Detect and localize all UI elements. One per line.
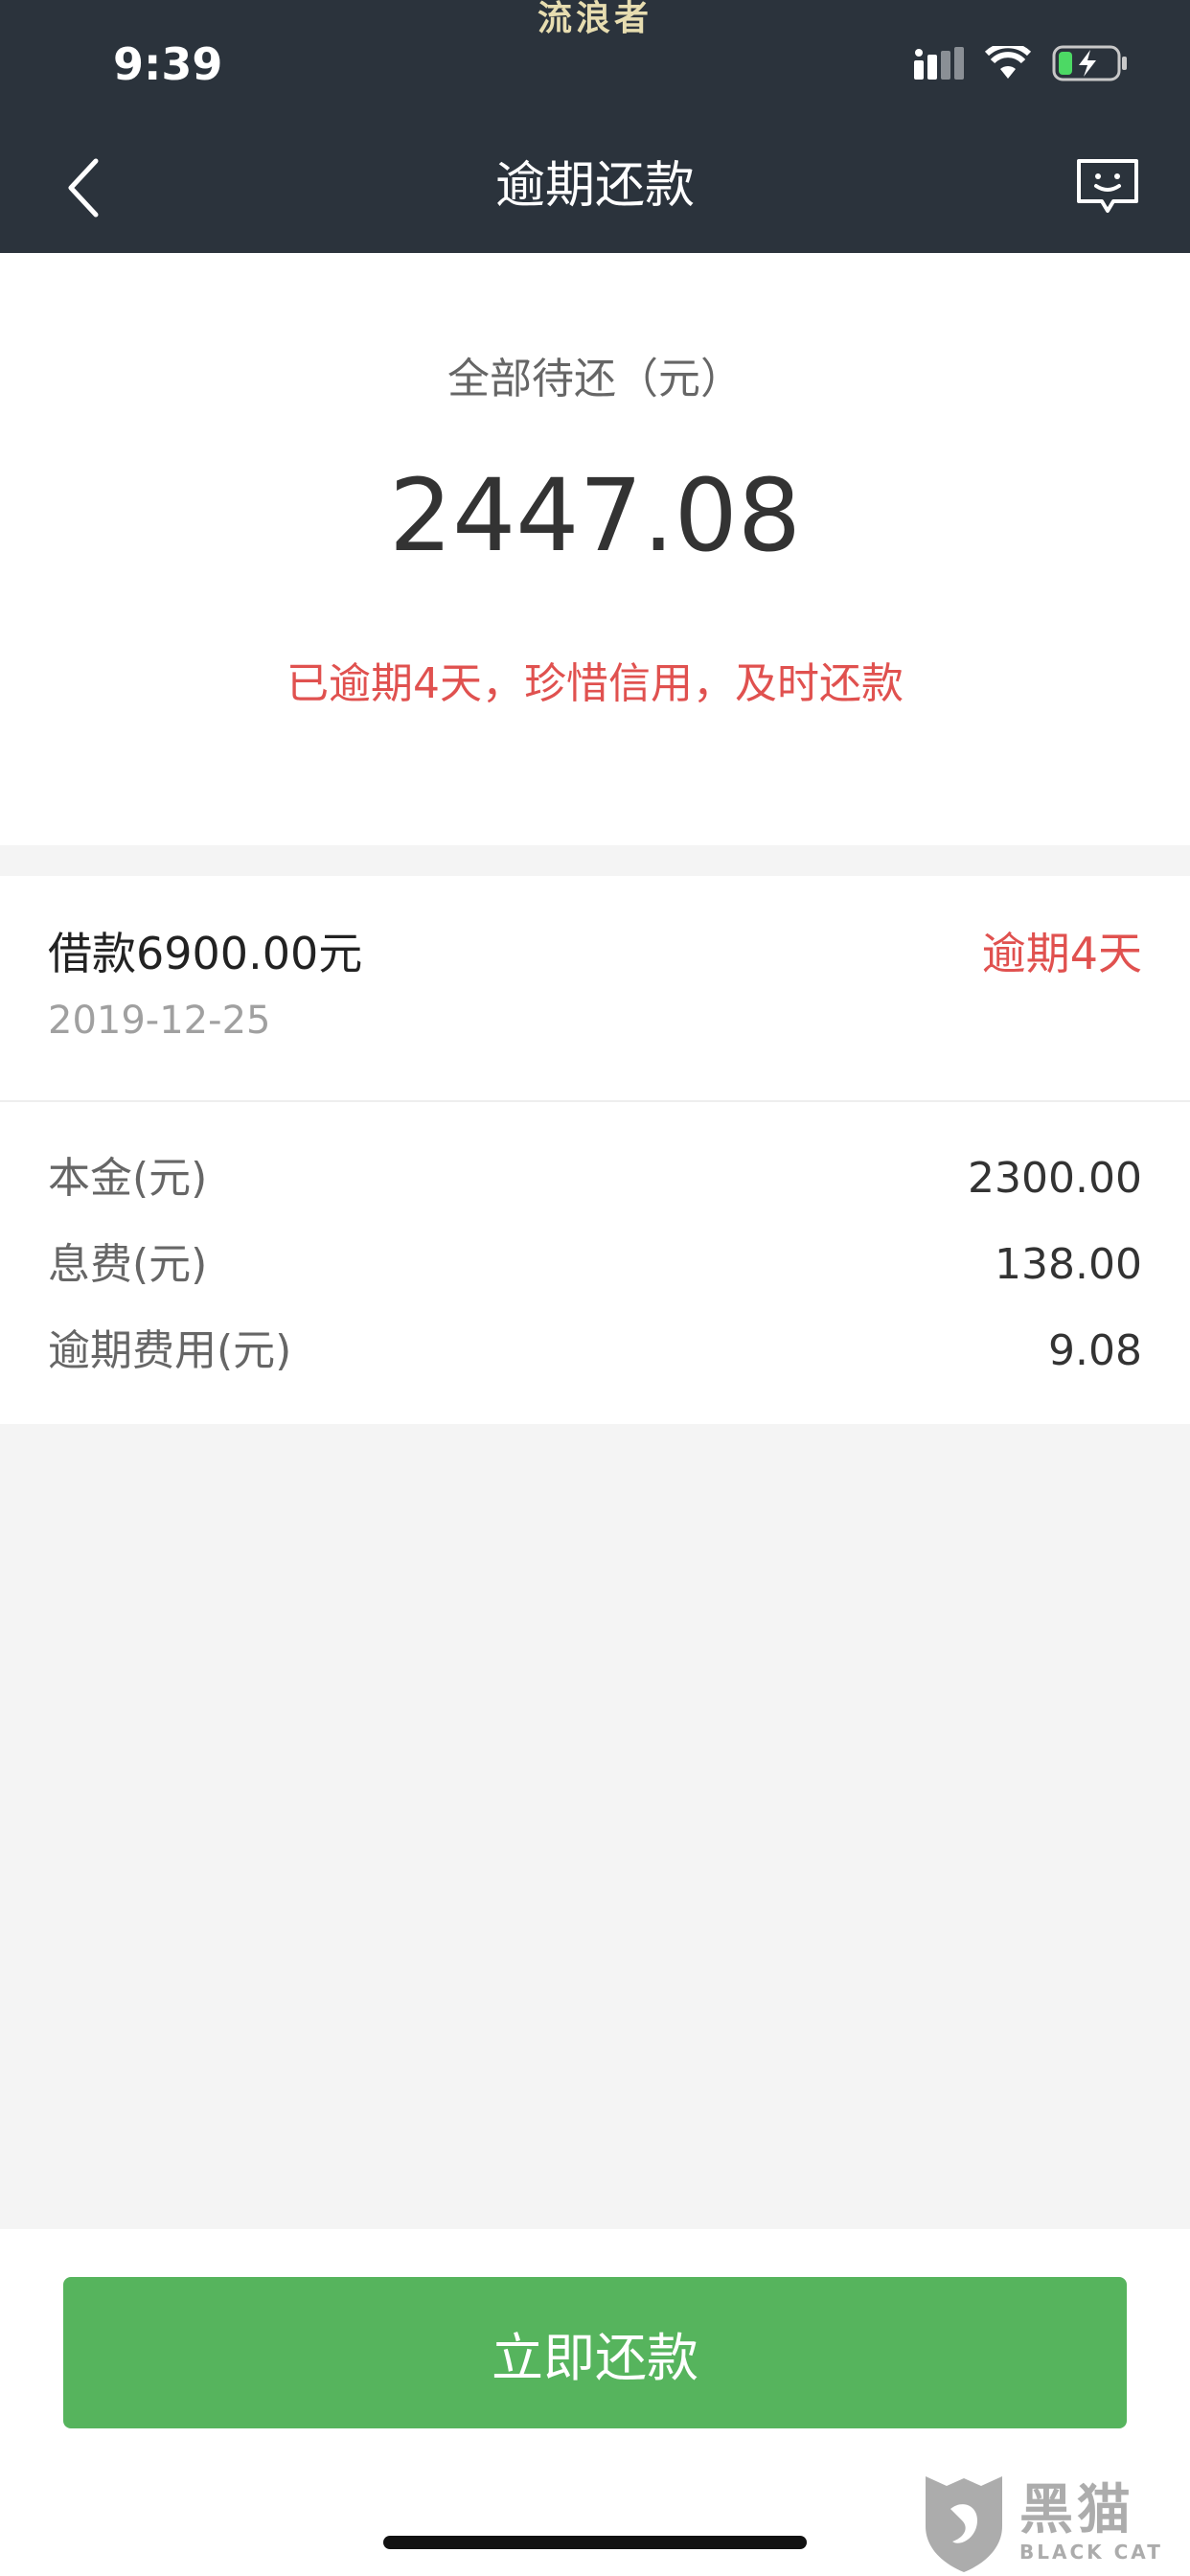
page: 流浪者 9:39 逾期还款 全部待还（元） 2447.08 已逾期4天，珍惜信用… [0, 0, 1190, 2576]
detail-label: 本金(元) [48, 1154, 208, 1203]
brand-cn: 黑猫 [1019, 2479, 1134, 2542]
blackcat-watermark: 黑猫 BLACK CAT [918, 2469, 1177, 2576]
loan-title: 借款6900.00元 [48, 928, 363, 979]
brand-en: BLACK CAT [1019, 2541, 1163, 2564]
total-due-amount: 2447.08 [388, 457, 802, 574]
divider [0, 1100, 1190, 1102]
status-time: 9:39 [113, 38, 223, 90]
chat-feedback-icon [1077, 159, 1138, 213]
signal-icon [914, 47, 964, 80]
detail-row-interest: 息费(元) 138.00 [48, 1236, 1142, 1294]
detail-value: 9.08 [1048, 1326, 1142, 1375]
battery-charging-icon [1052, 45, 1127, 81]
page-title: 逾期还款 [494, 157, 695, 215]
pay-now-button[interactable]: 立即还款 [63, 2277, 1127, 2428]
detail-label: 逾期费用(元) [48, 1326, 292, 1375]
detail-value: 2300.00 [968, 1154, 1142, 1203]
loan-date: 2019-12-25 [48, 999, 271, 1043]
home-indicator[interactable] [383, 2536, 807, 2549]
header: 流浪者 9:39 逾期还款 [0, 0, 1190, 253]
blackcat-shield-icon [926, 2476, 1002, 2572]
brand-text: 黑猫 BLACK CAT [1019, 2481, 1163, 2564]
detail-row-overdue-fee: 逾期费用(元) 9.08 [48, 1322, 1142, 1380]
status-icons [914, 44, 1129, 82]
top-watermark: 流浪者 [537, 0, 652, 38]
overdue-status-badge: 逾期4天 [981, 928, 1142, 979]
overdue-warning: 已逾期4天，珍惜信用，及时还款 [286, 659, 904, 708]
bottom-bar: 立即还款 黑猫 BLACK CAT [0, 2229, 1190, 2576]
wifi-icon [985, 46, 1031, 79]
total-due-label: 全部待还（元） [447, 355, 743, 403]
detail-row-principal: 本金(元) 2300.00 [48, 1150, 1142, 1208]
customer-service-button[interactable] [1075, 157, 1140, 218]
detail-value: 138.00 [995, 1240, 1142, 1289]
detail-label: 息费(元) [48, 1240, 208, 1289]
loan-card: 借款6900.00元 2019-12-25 逾期4天 本金(元) 2300.00… [0, 876, 1190, 1424]
repayment-summary: 全部待还（元） 2447.08 已逾期4天，珍惜信用，及时还款 [0, 253, 1190, 845]
